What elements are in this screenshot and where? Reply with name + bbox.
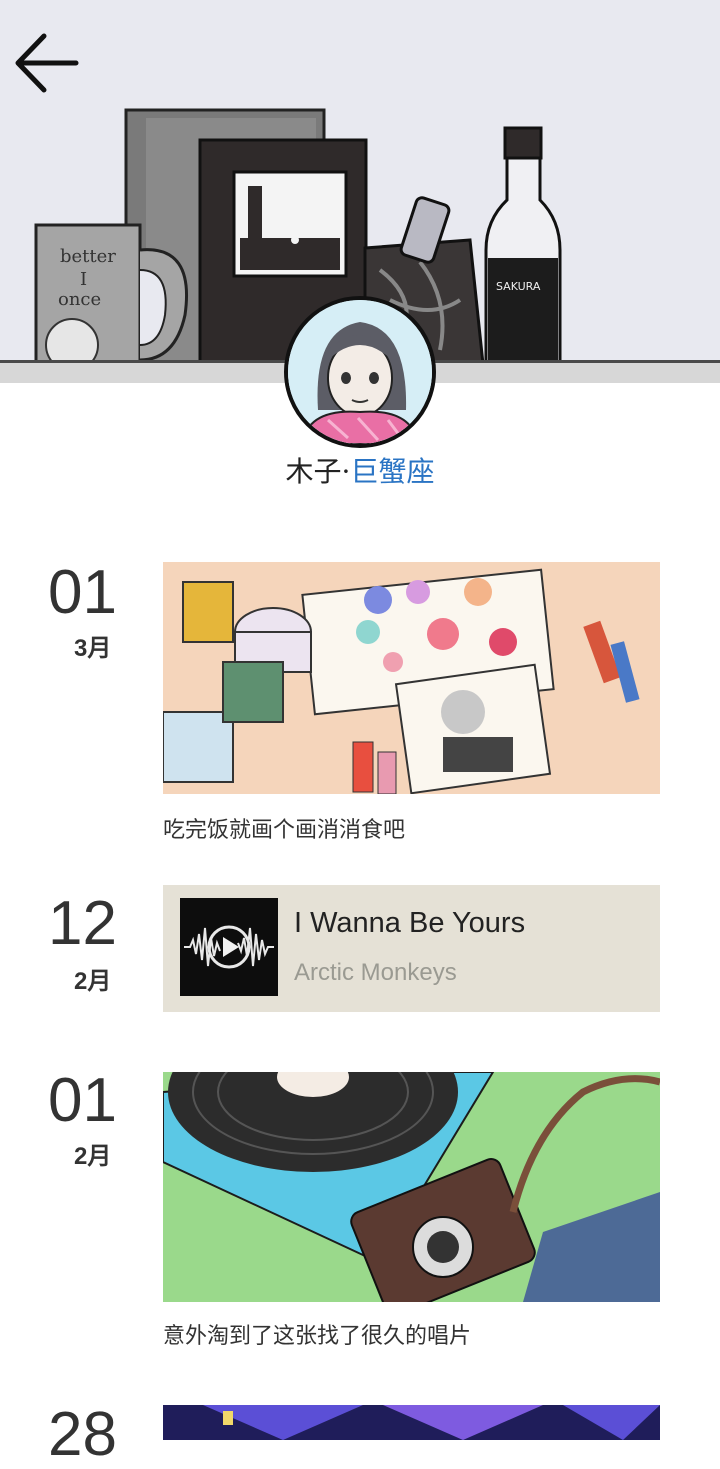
entry-image[interactable] bbox=[163, 562, 660, 794]
album-cover bbox=[180, 898, 278, 996]
svg-text:SAKURA: SAKURA bbox=[496, 280, 541, 293]
arrow-left-icon bbox=[15, 33, 79, 93]
entry-caption: 吃完饭就画个画消消食吧 bbox=[163, 817, 406, 842]
entry-day: 28 bbox=[48, 1400, 117, 1469]
song-title: I Wanna Be Yours bbox=[294, 907, 526, 939]
avatar-illustration bbox=[288, 300, 432, 444]
svg-text:once: once bbox=[58, 289, 101, 310]
svg-text:better: better bbox=[60, 246, 116, 267]
profile-zodiac: 巨蟹座 bbox=[350, 455, 435, 488]
entry-day: 01 bbox=[48, 558, 117, 627]
entry-month: 2月 bbox=[74, 968, 112, 995]
entry-caption: 意外淘到了这张找了很久的唱片 bbox=[163, 1323, 472, 1348]
music-card[interactable]: I Wanna Be Yours Arctic Monkeys bbox=[163, 885, 660, 1012]
profile-nickname: 木子·巨蟹座 bbox=[0, 450, 720, 490]
night-scene-illustration bbox=[163, 1405, 660, 1440]
entry-day: 01 bbox=[48, 1066, 117, 1135]
record-camera-illustration bbox=[163, 1072, 660, 1302]
svg-text:I: I bbox=[80, 269, 87, 290]
entry-month: 2月 bbox=[74, 1143, 112, 1170]
user-avatar[interactable] bbox=[284, 296, 436, 448]
entry-day: 12 bbox=[48, 889, 117, 958]
entry-image[interactable] bbox=[163, 1405, 660, 1440]
back-button[interactable] bbox=[14, 30, 80, 96]
painting-desk-illustration bbox=[163, 562, 660, 794]
profile-name: 木子 bbox=[285, 455, 342, 488]
song-artist: Arctic Monkeys bbox=[294, 959, 457, 986]
entry-image[interactable] bbox=[163, 1072, 660, 1302]
entry-month: 3月 bbox=[74, 635, 112, 662]
play-icon[interactable] bbox=[180, 898, 278, 996]
